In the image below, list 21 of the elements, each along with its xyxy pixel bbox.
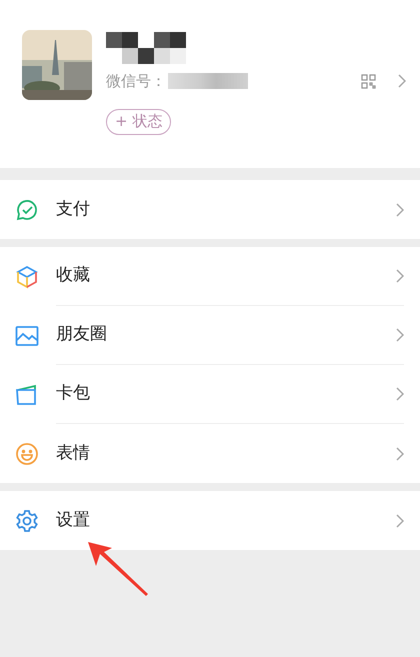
settings-icon <box>15 508 39 532</box>
menu-item[interactable]: 设置 <box>0 491 420 550</box>
cube-icon <box>15 264 39 288</box>
chevron-icon <box>396 202 404 216</box>
chevron-icon <box>396 269 404 283</box>
menu-item[interactable]: 收藏 <box>0 247 420 306</box>
wallet-check-icon <box>15 198 39 222</box>
card-holder-icon <box>15 384 39 406</box>
chevron-icon[interactable] <box>398 74 406 88</box>
chevron-icon <box>396 446 404 460</box>
smiley-icon <box>15 442 39 466</box>
chevron-icon <box>396 514 404 528</box>
image-icon <box>15 324 39 346</box>
menu-item[interactable]: 卡包 <box>0 365 420 424</box>
chevron-icon <box>396 328 404 342</box>
menu-item[interactable]: 支付 <box>0 180 420 239</box>
menu-item[interactable]: 表情 <box>0 424 420 483</box>
qr-code-icon[interactable] <box>361 74 376 89</box>
wechat-id-label: 微信号： <box>106 71 166 92</box>
menu-item[interactable]: 朋友圈 <box>0 306 420 365</box>
chevron-icon <box>396 387 404 401</box>
